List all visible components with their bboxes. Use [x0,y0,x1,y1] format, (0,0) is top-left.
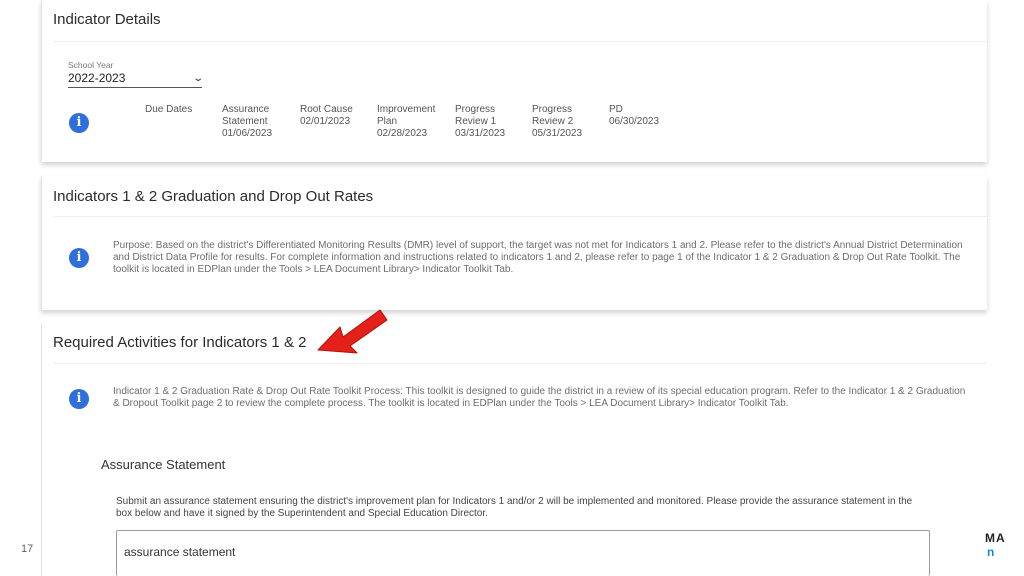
school-year-label: School Year [68,60,114,70]
graduation-rates-title: Indicators 1 & 2 Graduation and Drop Out… [53,188,374,205]
due-date-root-cause: Root Cause 02/01/2023 [300,104,353,127]
school-year-select[interactable]: School Year 2022-2023 ⌄ [68,60,204,88]
due-date-progress-review-1: Progress Review 1 03/31/2023 [455,104,506,139]
due-date-assurance-statement: Assurance Statement 01/06/2023 [222,104,273,139]
school-year-dropdown[interactable]: 2022-2023 ⌄ [68,70,204,88]
slide-number: 17 [21,543,34,555]
graduation-rates-card: Indicators 1 & 2 Graduation and Drop Out… [41,176,987,310]
info-icon: i [69,248,89,268]
info-icon: i [69,113,89,133]
assurance-statement-heading: Assurance Statement [101,457,226,472]
chevron-down-icon[interactable]: ⌄ [192,73,204,84]
school-year-value: 2022-2023 [68,71,126,85]
toolkit-process-text: Indicator 1 & 2 Graduation Rate & Drop O… [113,386,966,409]
due-date-progress-review-2: Progress Review 2 05/31/2023 [532,104,583,139]
divider [53,216,987,217]
indicator-details-title: Indicator Details [53,11,161,28]
due-date-improvement-plan: Improvement Plan 02/28/2023 [377,104,436,139]
assurance-statement-description: Submit an assurance statement ensuring t… [116,496,913,519]
red-arrow-icon [317,309,388,354]
due-dates-label: Due Dates [145,104,193,115]
assurance-statement-input[interactable]: assurance statement [116,530,930,576]
divider [53,41,987,42]
info-icon: i [69,389,89,409]
logo: MA n [985,531,1006,559]
required-activities-title: Required Activities for Indicators 1 & 2 [53,334,307,351]
divider [53,363,987,364]
required-activities-card: Required Activities for Indicators 1 & 2… [41,323,987,576]
due-date-pd: PD 06/30/2023 [609,104,660,127]
indicator-details-card: Indicator Details School Year 2022-2023 … [41,0,987,162]
purpose-text: Purpose: Based on the district's Differe… [113,240,963,275]
